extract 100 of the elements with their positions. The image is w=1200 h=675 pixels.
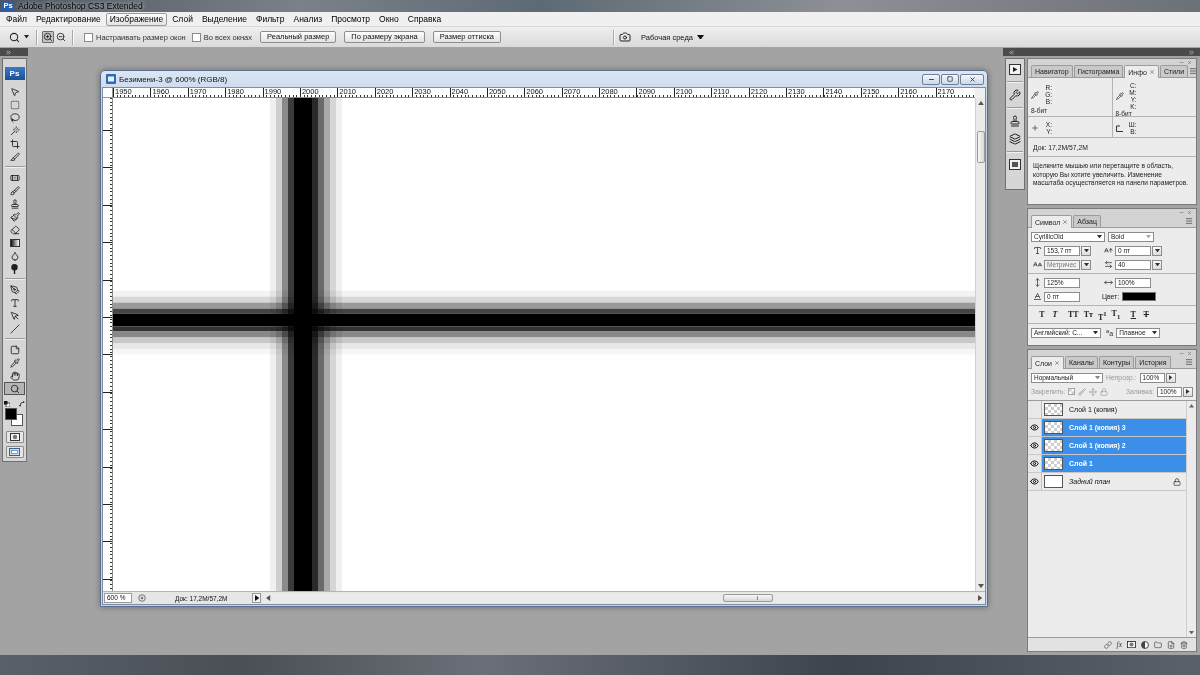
circle-icon[interactable] [138, 594, 146, 602]
horizontal-arrow-icon [1103, 278, 1113, 287]
minimize-button[interactable] [922, 73, 940, 85]
horizontal-scrollbar[interactable] [263, 593, 985, 603]
menu-item[interactable]: Слой [168, 12, 197, 26]
caret-icon [1152, 330, 1158, 335]
window-icon [9, 448, 20, 456]
layers-scrollbar[interactable] [1186, 401, 1196, 637]
visibility-toggle[interactable] [1028, 419, 1042, 436]
dropdown-button[interactable] [1165, 372, 1176, 383]
layer-thumbnail [1044, 403, 1063, 416]
screen-mode-button[interactable] [5, 446, 24, 458]
small-squares-icon[interactable] [4, 401, 10, 407]
crop-icon [9, 138, 20, 149]
dropdown-button[interactable] [1183, 386, 1193, 397]
color-swatch[interactable] [1122, 292, 1157, 301]
menu-item[interactable]: Просмотр [327, 12, 375, 26]
scroll-thumb[interactable] [976, 131, 985, 164]
document-icon [106, 74, 116, 84]
folder-icon[interactable] [1154, 640, 1162, 649]
scroll-up-arrow-icon [977, 101, 984, 106]
text-style-button[interactable]: Tт [1082, 309, 1094, 320]
play-box-icon[interactable] [1009, 64, 1021, 75]
visibility-toggle[interactable] [1028, 437, 1042, 454]
letter-t-icon [9, 297, 20, 308]
layer-thumbnail [1044, 475, 1063, 488]
scroll-thumb[interactable] [722, 594, 773, 602]
text-style-button[interactable]: TT [1067, 309, 1080, 320]
text-style-button[interactable]: T$^{1}$ [1096, 309, 1108, 320]
text-style-button[interactable]: T [1050, 309, 1060, 320]
swap-arrow-icon[interactable] [19, 401, 25, 407]
panel-menu-icon[interactable] [1185, 358, 1193, 366]
text-style-button[interactable]: T [1141, 309, 1152, 320]
caret-icon [696, 34, 704, 40]
vertical-arrow-icon [1032, 278, 1042, 287]
menu-item[interactable]: Файл [2, 12, 31, 26]
checker-square-icon[interactable] [1068, 388, 1076, 395]
caret-icon [1154, 248, 1160, 253]
left-right-arrow-icon [1103, 260, 1113, 269]
panel-menu-icon[interactable] [1189, 67, 1198, 75]
letters-a-icon [1032, 260, 1042, 269]
eyedropper-icon [9, 357, 20, 368]
menu-item[interactable]: Изображение [105, 12, 168, 26]
half-circle-icon[interactable] [1141, 640, 1149, 649]
link-icon[interactable] [1103, 640, 1112, 649]
status-menu-button[interactable] [252, 593, 262, 603]
plus-icon [1031, 124, 1039, 132]
menu-item[interactable]: Фильтр [251, 12, 289, 26]
text-style-button[interactable]: T [1128, 309, 1139, 320]
page-plus-icon[interactable] [1167, 640, 1175, 649]
square-circle-icon [1127, 640, 1136, 649]
tool-button[interactable] [4, 382, 25, 395]
scroll-up-arrow-icon [1189, 404, 1194, 408]
checkbox[interactable] [191, 32, 201, 42]
menu-item[interactable]: Справка [403, 12, 446, 26]
gradient-icon [9, 238, 20, 247]
visibility-toggle[interactable] [1028, 455, 1042, 472]
double-arrow-icon[interactable] [1188, 48, 1195, 56]
quick-mask-button[interactable] [5, 431, 24, 443]
close-button[interactable] [960, 73, 984, 85]
zoom-mode-button[interactable] [42, 31, 54, 43]
dropdown-button[interactable] [1081, 259, 1091, 270]
pen-nib-icon [9, 284, 20, 295]
paintbrush-icon [9, 211, 20, 222]
checkbox[interactable] [84, 32, 93, 42]
eye-icon [1030, 477, 1039, 486]
text-style-button[interactable]: T$_{1}$ [1110, 309, 1122, 320]
maximize-button[interactable] [941, 73, 959, 85]
lasso-icon [9, 112, 20, 123]
scroll-down-arrow-icon [977, 583, 984, 588]
visibility-toggle[interactable] [1028, 401, 1042, 418]
dropdown-button[interactable] [1081, 245, 1091, 256]
line-icon [9, 323, 20, 334]
trash-icon[interactable] [1180, 640, 1188, 649]
stamp-icon[interactable] [1009, 115, 1021, 127]
zoom-mode-button[interactable] [55, 31, 67, 43]
eyedropper-icon [1031, 90, 1039, 99]
caret-icon [1083, 262, 1089, 267]
wrench-icon[interactable] [1009, 89, 1021, 101]
double-arrow-icon[interactable] [5, 48, 12, 56]
visibility-toggle[interactable] [1028, 473, 1042, 490]
panel-menu-icon[interactable] [1185, 217, 1193, 225]
foreground-color-swatch[interactable] [5, 408, 17, 420]
vertical-scrollbar[interactable] [975, 98, 985, 591]
dropdown-button[interactable] [1152, 259, 1162, 270]
menu-item[interactable]: Выделение [197, 12, 251, 26]
dropdown-button[interactable] [1152, 245, 1162, 256]
menu-item[interactable]: Анализ [289, 12, 327, 26]
menu-item[interactable]: Окно [375, 12, 403, 26]
caret-icon [1154, 262, 1160, 267]
camera-icon[interactable] [619, 31, 631, 43]
double-arrow-icon[interactable] [1008, 48, 1015, 56]
hand-icon [9, 370, 20, 381]
framed-square-icon[interactable] [1009, 159, 1021, 170]
caret-icon [1168, 375, 1173, 380]
text-style-button[interactable]: T [1037, 309, 1047, 320]
caret-icon [1093, 330, 1098, 335]
layers-icon[interactable] [1009, 133, 1021, 145]
menu-item[interactable]: Редактирование [31, 12, 105, 26]
magnifier-icon [9, 31, 20, 43]
